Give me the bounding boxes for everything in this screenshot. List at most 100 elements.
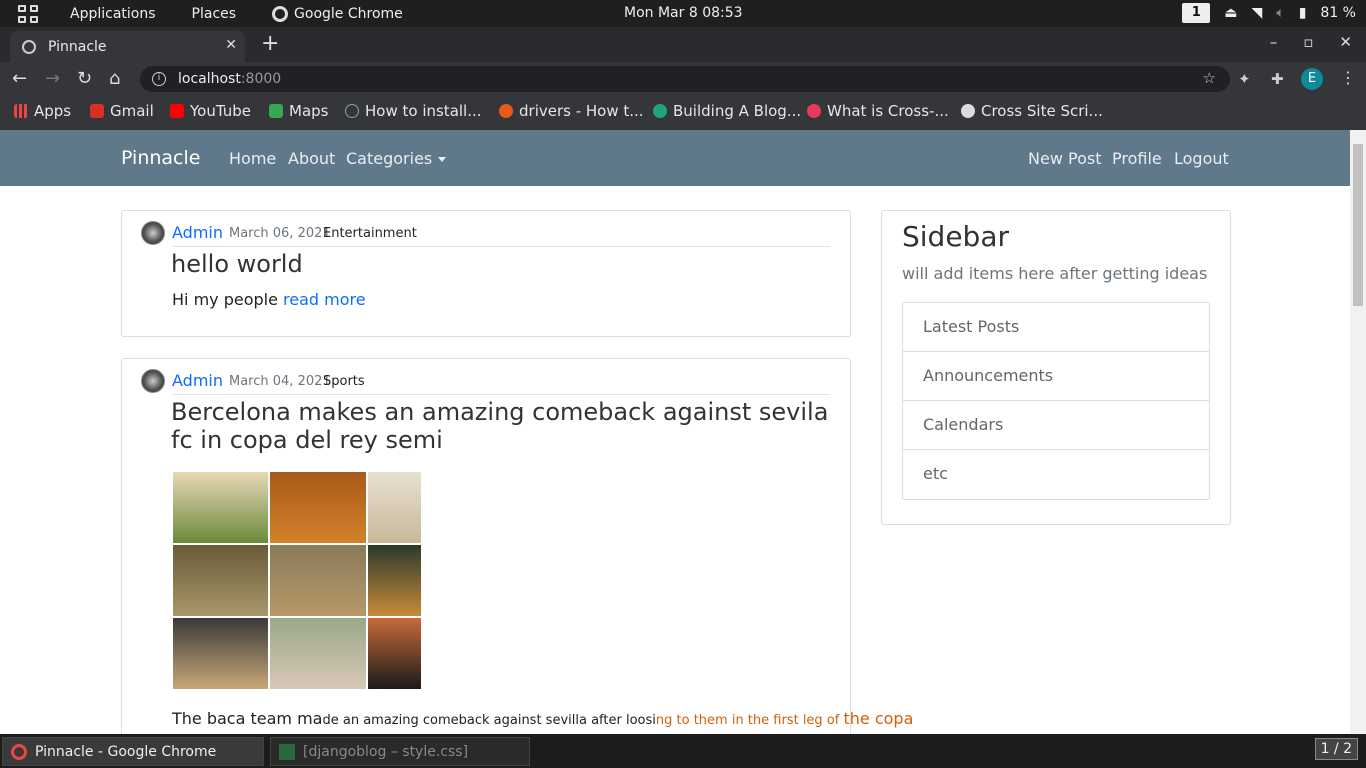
applications-menu[interactable]: Applications [70, 6, 156, 22]
nav-about[interactable]: About [288, 149, 335, 168]
bookmark-youtube[interactable]: YouTube [170, 102, 251, 120]
post-image [172, 471, 422, 690]
excerpt-text: Hi my people [172, 290, 278, 309]
excerpt-part: the copa [843, 709, 914, 728]
nav-categories[interactable]: Categories [346, 149, 447, 168]
bookmark-gmail[interactable]: Gmail [90, 102, 154, 120]
forward-icon[interactable]: → [45, 68, 60, 89]
author-avatar [141, 221, 165, 245]
sidebar-title: Sidebar [902, 220, 1009, 253]
divider [172, 394, 830, 395]
nav-profile[interactable]: Profile [1112, 149, 1162, 168]
minimize-icon[interactable]: – [1270, 33, 1278, 51]
post-author[interactable]: Admin [172, 223, 223, 242]
post-author[interactable]: Admin [172, 371, 223, 390]
extension-icon[interactable]: ✦ [1238, 70, 1251, 88]
bookmark-label: Cross Site Scri... [981, 102, 1103, 120]
close-window-icon[interactable]: ✕ [1339, 33, 1352, 51]
post-title[interactable]: hello world [171, 250, 303, 278]
bookmark-xss[interactable]: Cross Site Scri... [961, 102, 1103, 120]
pycharm-icon [279, 743, 295, 760]
bookmark-drivers[interactable]: drivers - How t... [499, 102, 644, 120]
workspace-indicator[interactable]: 1 [1182, 3, 1211, 23]
sidebar-item-etc[interactable]: etc [903, 450, 1209, 499]
scrollbar-thumb[interactable] [1353, 144, 1363, 306]
post-excerpt: Hi my people read more [172, 290, 366, 309]
eject-icon[interactable]: ⏏ [1224, 5, 1237, 21]
bookmark-install[interactable]: How to install... [345, 102, 482, 120]
close-tab-icon[interactable]: ✕ [225, 37, 237, 53]
dropdown-caret-icon [438, 157, 447, 162]
post-date: March 06, 2021 [229, 226, 331, 241]
active-app-label: Google Chrome [294, 5, 403, 22]
wifi-icon[interactable]: ◥ [1252, 5, 1263, 21]
bookmarks-bar: Apps Gmail YouTube Maps How to install..… [0, 96, 1366, 130]
new-tab-icon[interactable]: + [261, 31, 279, 56]
battery-icon[interactable]: ▮ [1299, 5, 1307, 21]
site-navbar: Pinnacle Home About Categories New Post … [0, 130, 1350, 186]
post-category[interactable]: Sports [323, 374, 365, 389]
blog-icon [653, 104, 667, 118]
bookmark-star-icon[interactable]: ☆ [1203, 69, 1216, 87]
bookmark-label: Building A Blog... [673, 102, 802, 120]
bookmark-label: Gmail [110, 102, 154, 120]
url-text[interactable]: localhost:8000 [178, 71, 281, 87]
site-info-icon[interactable]: i [152, 72, 166, 86]
profile-avatar[interactable]: E [1301, 68, 1323, 90]
page-scrollbar[interactable] [1350, 130, 1366, 734]
nav-home[interactable]: Home [229, 149, 276, 168]
gmail-icon [90, 104, 104, 118]
bookmark-maps[interactable]: Maps [269, 102, 328, 120]
url-host: localhost [178, 71, 241, 87]
url-port: :8000 [240, 71, 282, 87]
post-title[interactable]: Bercelona makes an amazing comeback agai… [171, 398, 831, 454]
system-top-bar: Applications Places Google Chrome Mon Ma… [0, 0, 1366, 27]
tab-strip: Pinnacle ✕ + – ▫ ✕ [0, 27, 1366, 62]
post-category[interactable]: Entertainment [323, 226, 417, 241]
clock[interactable]: Mon Mar 8 08:53 [624, 5, 743, 21]
taskbar-item-chrome[interactable]: Pinnacle - Google Chrome [2, 737, 264, 766]
taskbar-label: Pinnacle - Google Chrome [35, 743, 217, 760]
workspace-pager[interactable]: 1 / 2 [1314, 738, 1358, 760]
sidebar-subtitle: will add items here after getting ideas [902, 264, 1208, 283]
chrome-icon [11, 743, 27, 760]
sidebar-item-latest-posts[interactable]: Latest Posts [903, 303, 1209, 352]
nav-new-post[interactable]: New Post [1028, 149, 1101, 168]
menu-kebab-icon[interactable]: ⋮ [1340, 68, 1356, 87]
omnibox[interactable]: i localhost:8000 ☆ [140, 66, 1230, 92]
excerpt-part: The baca team ma [172, 709, 323, 728]
taskbar: Pinnacle - Google Chrome [djangoblog – s… [0, 734, 1366, 768]
chrome-icon [272, 5, 289, 22]
back-icon[interactable]: ← [12, 68, 27, 89]
askubuntu-icon [499, 104, 513, 118]
sidebar-item-calendars[interactable]: Calendars [903, 401, 1209, 450]
bookmark-label: Apps [34, 102, 72, 120]
places-menu[interactable]: Places [192, 6, 237, 22]
bookmark-label: YouTube [190, 102, 251, 120]
sidebar-item-announcements[interactable]: Announcements [903, 352, 1209, 401]
web-page: Pinnacle Home About Categories New Post … [0, 130, 1350, 734]
excerpt-part: ng to them in the first leg of [655, 713, 844, 728]
browser-tab[interactable]: Pinnacle ✕ [10, 31, 245, 62]
bookmark-blog[interactable]: Building A Blog... [653, 102, 801, 120]
home-icon[interactable]: ⌂ [109, 68, 120, 89]
nav-logout[interactable]: Logout [1174, 149, 1229, 168]
volume-icon[interactable]: 🔈︎ [1276, 5, 1284, 21]
taskbar-item-pycharm[interactable]: [djangoblog – style.css] [270, 737, 530, 766]
read-more-link[interactable]: read more [283, 290, 366, 309]
bookmark-apps[interactable]: Apps [14, 102, 71, 120]
maps-icon [269, 104, 283, 118]
globe-icon [22, 39, 36, 54]
cloud-icon [345, 104, 359, 118]
puzzle-icon[interactable]: ✚ [1271, 70, 1284, 88]
app-grid-icon[interactable] [18, 4, 38, 23]
bookmark-label: Maps [289, 102, 329, 120]
battery-percent: 81 % [1320, 5, 1356, 21]
bookmark-cross[interactable]: What is Cross-... [807, 102, 949, 120]
apps-grid-icon [14, 104, 28, 118]
youtube-icon [170, 104, 184, 118]
reload-icon[interactable]: ↻ [77, 68, 92, 89]
active-app-menu[interactable]: Google Chrome [272, 5, 403, 22]
site-brand[interactable]: Pinnacle [121, 147, 200, 169]
maximize-icon[interactable]: ▫ [1303, 33, 1313, 51]
